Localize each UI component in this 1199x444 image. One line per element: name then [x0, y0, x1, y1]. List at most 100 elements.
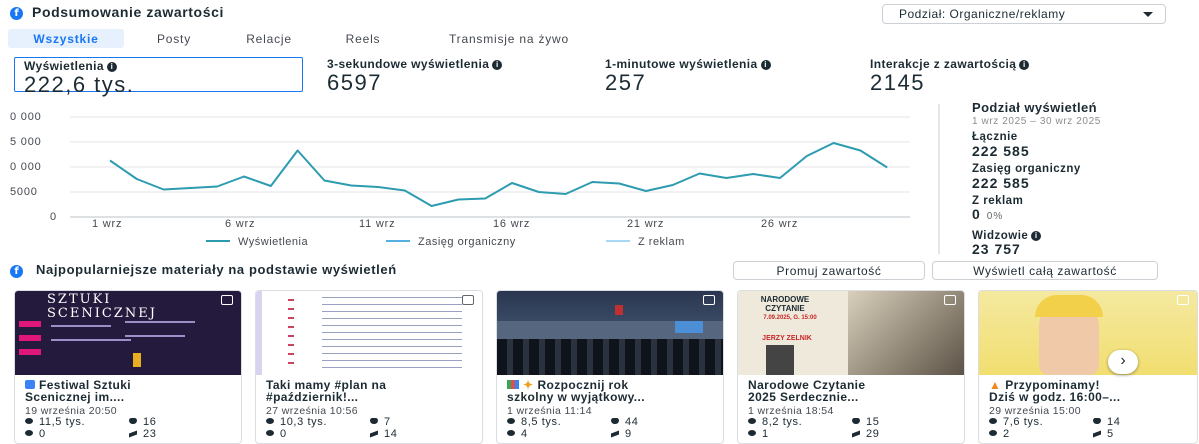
card-title: Taki mamy #plan na #październik!...	[266, 379, 480, 403]
share-icon	[1093, 430, 1101, 438]
eye-icon	[266, 418, 274, 424]
views-stat: 8,5 tys.	[507, 416, 561, 428]
breakdown-title: Podział wyświetleń	[972, 100, 1097, 115]
multi-photo-icon	[703, 295, 715, 305]
comments-stat: 0	[25, 428, 46, 440]
share-icon	[611, 430, 619, 438]
chevron-right-icon: ›	[1120, 352, 1126, 369]
legend-swatch	[606, 240, 630, 242]
promote-content-button[interactable]: Promuj zawartość	[733, 261, 925, 280]
post-thumbnail: SZTUKI SCENICZNEJ	[15, 291, 241, 375]
views-stat: 7,6 tys.	[989, 416, 1043, 428]
card-title: Narodowe Czytanie 2025 Serdecznie...	[748, 379, 962, 403]
view-all-content-button[interactable]: Wyświetl całą zawartość	[932, 261, 1158, 280]
comment-icon	[266, 430, 274, 436]
calendar-icon	[25, 380, 35, 389]
heart-icon	[852, 418, 860, 424]
card-title: Festiwal Sztuki Scenicznej im....	[25, 379, 239, 403]
chevron-down-icon	[1143, 12, 1153, 17]
comments-stat: 1	[748, 428, 769, 440]
post-thumbnail	[979, 291, 1197, 375]
heart-icon	[129, 418, 137, 424]
info-icon: i	[1031, 231, 1042, 241]
card-title: ✦ Rozpocznij rok szkolny w wyjątkowy...	[507, 379, 721, 403]
likes-stat: 16	[129, 416, 156, 428]
post-thumbnail	[256, 291, 482, 375]
card-title-line2: Scenicznej im....	[25, 390, 125, 404]
multi-photo-icon	[221, 295, 233, 305]
views-line-chart	[70, 116, 910, 218]
section-title-top-content: Najpopularniejsze materiały na podstawie…	[36, 262, 397, 277]
shares-stat: 5	[1093, 428, 1114, 440]
views-stat: 10,3 tys.	[266, 416, 327, 428]
x-tick-label: 11 wrz	[359, 218, 396, 230]
thumb-name: JERZY ZELNIK	[762, 335, 812, 342]
shares-stat: 29	[852, 428, 879, 440]
breakdown-total-label: Łącznie	[972, 131, 1018, 143]
card-title-line2: #październik!...	[266, 390, 359, 404]
thumb-date: 7.09.2025, G. 15:00	[763, 315, 817, 321]
facebook-icon: f	[10, 265, 23, 278]
ads-value: 0	[972, 206, 981, 222]
comments-stat: 4	[507, 428, 528, 440]
legend-item-views[interactable]: Wyświetlenia	[206, 236, 308, 248]
books-icon	[507, 380, 519, 389]
comments-stat: 0	[266, 428, 287, 440]
content-card[interactable]: ✦ Rozpocznij rok szkolny w wyjątkowy... 1 …	[496, 290, 724, 444]
comment-icon	[748, 430, 756, 436]
views-breakdown-header: Podział wyświetleń 1 wrz 2025 – 30 wrz 2…	[972, 100, 1192, 127]
comments-stat: 2	[989, 428, 1010, 440]
breakdown-total-value: 222 585	[972, 143, 1030, 159]
eye-icon	[507, 418, 515, 424]
content-card[interactable]: ▲ Przypominamy! Dziś w godz. 16:00–... 29 …	[978, 290, 1198, 444]
likes-stat: 15	[852, 416, 879, 428]
eye-icon	[748, 418, 756, 424]
eye-icon	[25, 418, 33, 424]
legend-item-ads[interactable]: Z reklam	[606, 236, 685, 248]
breakdown-organic-label: Zasięg organiczny	[972, 163, 1081, 175]
x-tick-label: 21 wrz	[627, 218, 665, 230]
legend-label: Wyświetlenia	[238, 236, 309, 248]
card-title-line2: Dziś w godz. 16:00–...	[989, 390, 1121, 404]
post-thumbnail: NARODOWE CZYTANIE 7.09.2025, G. 15:00 JE…	[738, 291, 964, 375]
x-tick-label: 6 wrz	[225, 218, 256, 230]
x-tick-label: 16 wrz	[493, 218, 531, 230]
x-tick-label: 1 wrz	[92, 218, 123, 230]
breakdown-date-range: 1 wrz 2025 – 30 wrz 2025	[972, 116, 1101, 127]
likes-stat: 44	[611, 416, 638, 428]
thumb-title: SZTUKI SCENICZNEJ	[47, 292, 157, 321]
shares-stat: 23	[129, 428, 156, 440]
multi-photo-icon	[1177, 295, 1189, 305]
breakdown-organic-value: 222 585	[972, 175, 1030, 191]
likes-stat: 14	[1093, 416, 1120, 428]
heart-icon	[370, 418, 378, 424]
post-thumbnail	[497, 291, 723, 375]
comment-icon	[25, 430, 33, 436]
card-title-line2: szkolny w wyjątkowy...	[507, 390, 645, 404]
info-icon: i	[1019, 60, 1030, 70]
views-stat: 8,2 tys.	[748, 416, 802, 428]
series-line-views	[109, 142, 888, 207]
panel-divider	[938, 104, 940, 254]
card-title-line2: 2025 Serdecznie...	[748, 390, 859, 404]
legend-item-organic[interactable]: Zasięg organiczny	[386, 236, 516, 248]
likes-stat: 7	[370, 416, 391, 428]
share-icon	[370, 430, 378, 438]
ads-percent: 0%	[986, 211, 1004, 222]
breakdown-ads-value: 0 0%	[972, 206, 1003, 222]
thumb-heading: NARODOWE CZYTANIE	[760, 295, 810, 313]
views-stat: 11,5 tys.	[25, 416, 85, 428]
multi-photo-icon	[944, 295, 956, 305]
x-tick-label: 26 wrz	[761, 218, 799, 230]
shares-stat: 9	[611, 428, 632, 440]
content-card[interactable]: Taki mamy #plan na #październik!... 27 wr…	[255, 290, 483, 444]
share-icon	[852, 430, 860, 438]
content-card[interactable]: NARODOWE CZYTANIE 7.09.2025, G. 15:00 JE…	[737, 290, 965, 444]
shares-stat: 14	[370, 428, 397, 440]
multi-photo-icon	[462, 295, 474, 305]
carousel-next-button[interactable]: ›	[1108, 350, 1138, 374]
content-card[interactable]: SZTUKI SCENICZNEJ Festiwal Sztuki Scenicz…	[14, 290, 242, 444]
comment-icon	[989, 430, 997, 436]
heart-icon	[1093, 418, 1101, 424]
legend-label: Z reklam	[638, 236, 685, 248]
